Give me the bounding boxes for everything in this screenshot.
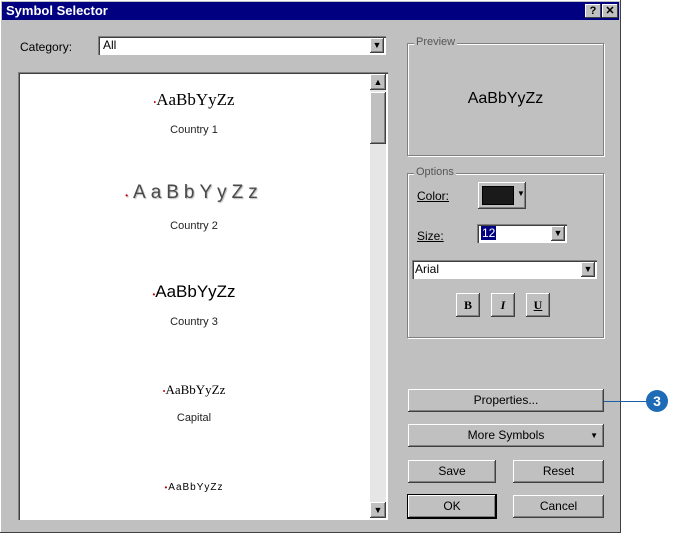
properties-button[interactable]: Properties... [408,389,604,412]
window-title: Symbol Selector [6,3,108,18]
symbol-item-country-1[interactable]: •AaBbYyZz Country 1 [18,90,370,136]
symbol-item-capital[interactable]: •AaBbYyZz Capital [18,382,370,424]
color-picker-button[interactable]: ▼ [478,182,526,209]
symbol-list[interactable]: •AaBbYyZz Country 1 •AaBbYyZz Country 2 … [18,72,388,520]
size-value[interactable]: 12 [481,226,497,240]
more-symbols-label: More Symbols [467,428,545,442]
color-swatch [482,186,514,205]
scroll-up-icon[interactable]: ▲ [370,74,386,90]
symbol-sample: AaBbYyZz [155,282,236,301]
symbol-name: Country 2 [170,220,218,232]
preview-sample: AaBbYyZz [467,90,544,107]
help-icon[interactable]: ? [585,4,601,18]
symbol-sample: AaBbYyZz [165,382,226,397]
bold-button[interactable]: B [456,293,480,317]
font-value: Arial [415,262,440,276]
symbol-selector-dialog: Symbol Selector ? ✕ Category: All ▼ •AaB… [0,0,621,533]
vertical-scrollbar[interactable]: ▲ ▼ [370,74,386,518]
callout-line [604,401,652,402]
size-dropdown[interactable]: 12 ▼ [477,224,567,243]
cancel-button[interactable]: Cancel [513,495,604,518]
close-icon[interactable]: ✕ [602,4,618,18]
save-button[interactable]: Save [408,460,496,483]
symbol-item-country-3[interactable]: •AaBbYyZz Country 3 [18,282,370,328]
font-dropdown[interactable]: Arial ▼ [412,260,597,279]
options-legend: Options [414,166,456,178]
italic-button[interactable]: I [491,293,515,317]
symbol-name: Capital [176,412,212,424]
preview-group: Preview AaBbYyZz [407,36,604,156]
symbol-name: Country 1 [170,124,218,136]
color-label: Color: [417,189,450,203]
category-label: Category: [20,40,73,54]
title-bar: Symbol Selector ? ✕ [2,2,619,20]
callout-number-badge: 3 [646,390,668,412]
symbol-sample: AaBbYyZz [168,482,224,493]
symbol-item-5[interactable]: •AaBbYyZz [18,482,370,493]
chevron-down-icon: ▼ [590,431,598,440]
preview-legend: Preview [414,36,458,48]
size-label: Size: [417,229,444,243]
chevron-down-icon[interactable]: ▼ [581,262,595,277]
underline-button[interactable]: U [526,293,550,317]
chevron-down-icon[interactable]: ▼ [370,38,384,53]
category-value: All [103,38,117,52]
category-dropdown[interactable]: All ▼ [98,36,386,55]
reset-button[interactable]: Reset [513,460,604,483]
symbol-sample: AaBbYyZz [156,90,235,109]
symbol-sample: AaBbYyZz [133,182,263,203]
anchor-dot-icon: • [125,191,134,200]
ok-button[interactable]: OK [408,495,496,518]
symbol-name: Country 3 [170,316,218,328]
chevron-down-icon: ▼ [517,189,525,198]
scroll-down-icon[interactable]: ▼ [370,502,386,518]
symbol-item-country-2[interactable]: •AaBbYyZz Country 2 [18,182,370,232]
chevron-down-icon[interactable]: ▼ [551,226,565,241]
scrollbar-thumb[interactable] [370,92,386,144]
more-symbols-button[interactable]: More Symbols ▼ [408,424,604,447]
